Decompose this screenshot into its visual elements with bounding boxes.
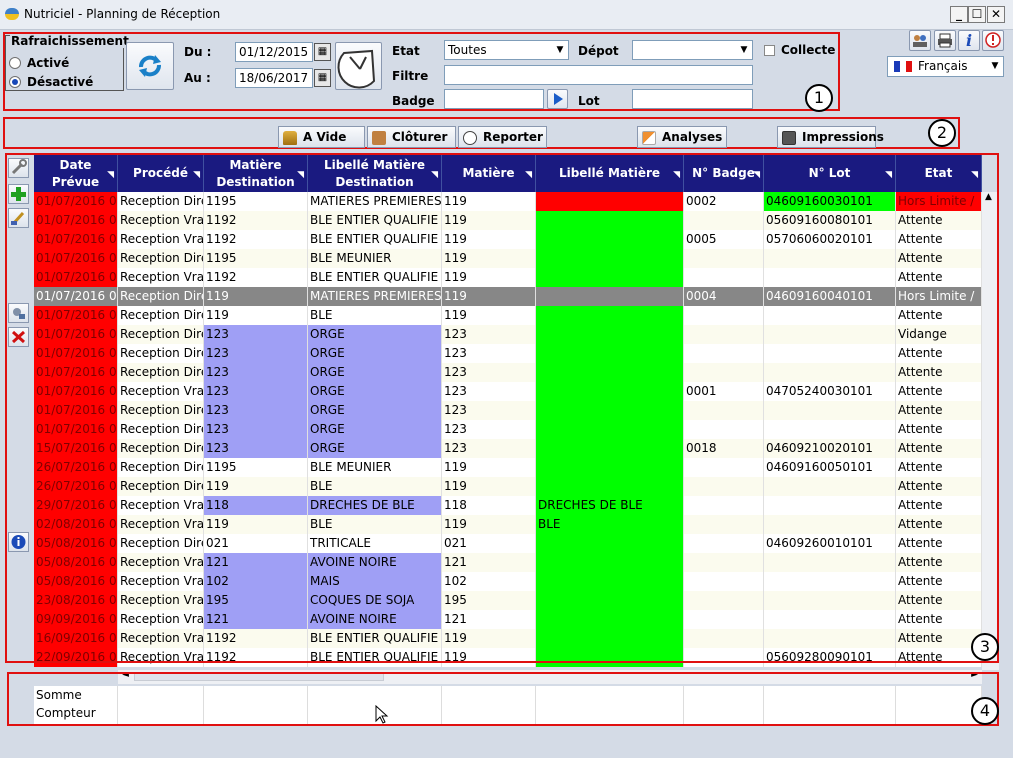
reporter-button[interactable]: Reporter [458, 126, 547, 148]
pill-icon [642, 130, 656, 145]
zone-number-1: 1 [805, 84, 833, 112]
zone-number-2: 2 [928, 119, 956, 147]
radio-inactive-label: Désactivé [27, 75, 94, 89]
clock-icon [337, 49, 376, 89]
maximize-button[interactable]: ☐ [968, 6, 986, 23]
etat-value: Toutes [448, 43, 487, 57]
etat-select[interactable]: Toutes ▼ [444, 40, 569, 60]
badge-label: Badge [392, 94, 435, 108]
printer-icon [782, 130, 796, 145]
alert-icon [985, 32, 1001, 48]
radio-active[interactable] [9, 57, 21, 69]
clock-button[interactable] [335, 42, 382, 90]
chevron-down-icon: ▼ [987, 57, 1003, 76]
footer-zone [7, 672, 999, 726]
zone-number-4: 4 [971, 697, 999, 725]
flag-fr-icon [894, 61, 912, 72]
language-select[interactable]: Français ▼ [887, 56, 1004, 77]
impressions-button[interactable]: Impressions [777, 126, 884, 148]
filtre-label: Filtre [392, 69, 429, 83]
collecte-checkbox[interactable] [764, 45, 775, 56]
date-du-input[interactable]: 01/12/2015 [235, 42, 313, 62]
info-icon[interactable]: i [958, 30, 980, 51]
title-bar: Nutriciel - Planning de Réception _ ☐ ✕ [0, 0, 1013, 30]
grid-zone [5, 153, 999, 663]
calendar-au-icon[interactable]: ▦ [314, 69, 331, 87]
badge-go-button[interactable] [547, 89, 568, 109]
clock-icon [463, 130, 477, 145]
radio-active-label: Activé [27, 56, 70, 70]
cloturer-button[interactable]: Clôturer [367, 126, 456, 148]
play-icon [554, 93, 563, 105]
print-button[interactable] [934, 30, 956, 51]
depot-select[interactable]: ▼ [632, 40, 753, 60]
close-button[interactable]: ✕ [987, 6, 1005, 23]
printer-icon [938, 33, 952, 48]
refresh-legend: Rafraichissement [10, 34, 130, 48]
app-logo-icon [5, 8, 19, 20]
analyses-button[interactable]: Analyses [637, 126, 727, 148]
au-label: Au : [184, 71, 211, 85]
collecte-label: Collecte [781, 43, 836, 57]
du-label: Du : [184, 45, 212, 59]
chevron-down-icon: ▼ [736, 41, 752, 59]
calendar-du-icon[interactable]: ▦ [314, 43, 331, 61]
depot-label: Dépot [578, 44, 619, 58]
zone-number-3: 3 [971, 633, 999, 661]
users-button[interactable] [909, 30, 931, 51]
lot-label: Lot [578, 94, 600, 108]
etat-label: Etat [392, 44, 420, 58]
badge-input[interactable] [444, 89, 544, 109]
minimize-button[interactable]: _ [950, 6, 968, 23]
refresh-button[interactable] [126, 42, 174, 90]
refresh-icon [139, 55, 161, 77]
language-value: Français [918, 59, 968, 73]
box-icon [372, 130, 386, 145]
date-au-input[interactable]: 18/06/2017 [235, 68, 313, 88]
window-title: Nutriciel - Planning de Réception [24, 7, 221, 21]
filtre-input[interactable] [444, 65, 753, 85]
radio-inactive[interactable] [9, 76, 21, 88]
alert-button[interactable] [982, 30, 1004, 51]
lot-input[interactable] [632, 89, 753, 109]
bottle-icon [283, 130, 297, 145]
users-icon [913, 35, 927, 47]
avide-button[interactable]: A Vide [278, 126, 365, 148]
chevron-down-icon: ▼ [552, 41, 568, 59]
